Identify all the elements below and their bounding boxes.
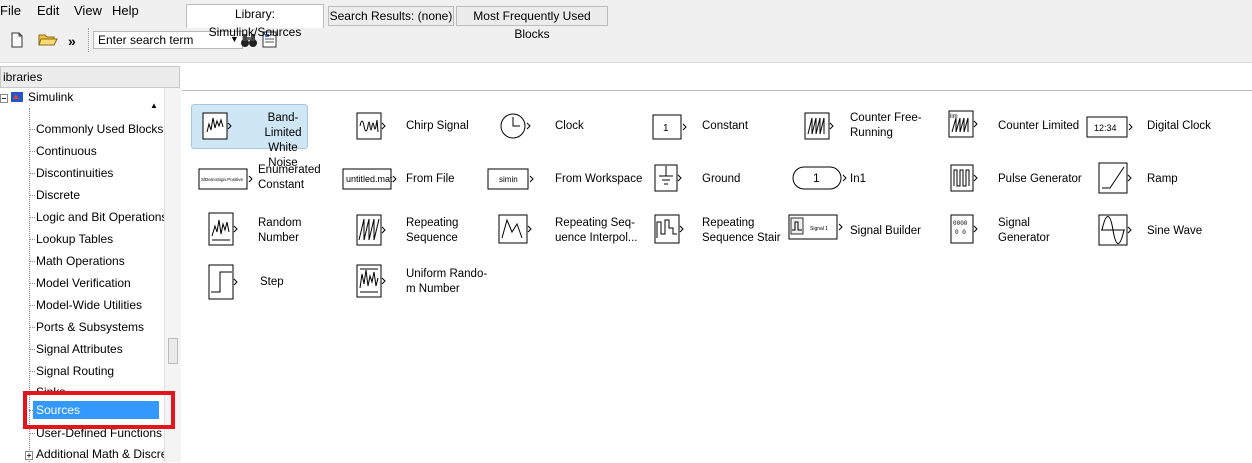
block-label-constant: Constant <box>702 120 749 132</box>
sources-highlight-box <box>23 391 175 429</box>
scroll-up-icon[interactable]: ▲ <box>150 101 158 110</box>
uniform-random-icon[interactable] <box>356 264 388 298</box>
block-label-in1: In1 <box>850 173 866 185</box>
tree-item-math-operations[interactable]: Math Operations <box>36 254 125 268</box>
block-label-pulse: Pulse Generator <box>998 173 1082 185</box>
from-file-icon[interactable]: untitled.mat <box>342 168 398 190</box>
block-label-repeating-stair: Repeating Sequence Stair <box>702 217 781 244</box>
menu-edit[interactable]: Edit <box>37 3 59 18</box>
block-label-counter-free: Counter Free- Running <box>850 112 922 139</box>
menu-help[interactable]: Help <box>112 3 139 18</box>
chirp-icon[interactable] <box>356 112 386 140</box>
from-workspace-icon[interactable]: simin <box>487 168 535 190</box>
menu-file[interactable]: File <box>0 3 21 18</box>
simulink-icon <box>10 90 24 107</box>
pulse-icon[interactable] <box>950 164 980 192</box>
counter-free-icon[interactable] <box>804 112 836 140</box>
step-icon[interactable] <box>208 264 240 300</box>
tree-item-additional-math[interactable]: Additional Math & Discrete <box>36 447 177 461</box>
svg-text:Signal 1: Signal 1 <box>810 226 828 232</box>
tree-item-discontinuities[interactable]: Discontinuities <box>36 166 113 180</box>
libraries-header: ibraries <box>0 66 180 88</box>
tree-expand-icon[interactable] <box>25 449 33 462</box>
tree-item-signal-attributes[interactable]: Signal Attributes <box>36 342 123 356</box>
digital-clock-icon[interactable]: 12:34 <box>1086 116 1134 138</box>
svg-text:1: 1 <box>813 171 820 185</box>
tab-search-results[interactable]: Search Results: (none) <box>328 6 454 26</box>
tree-root-simulink[interactable]: Simulink <box>28 90 73 104</box>
block-label-from-file: From File <box>406 173 455 185</box>
svg-text:0 0: 0 0 <box>955 229 966 236</box>
repeating-stair-icon[interactable] <box>654 214 686 244</box>
clock-icon[interactable] <box>500 112 532 140</box>
tree-item-continuous[interactable]: Continuous <box>36 144 97 158</box>
block-label-sine-wave: Sine Wave <box>1147 225 1203 237</box>
tree-item-commonly-used[interactable]: Commonly Used Blocks <box>36 122 163 136</box>
block-label-step: Step <box>260 276 284 288</box>
block-label-signal-generator: Signal Generator <box>998 217 1050 244</box>
tree-item-logic-bit[interactable]: Logic and Bit Operations <box>36 210 167 224</box>
band-limited-noise-icon[interactable] <box>202 112 232 140</box>
open-model-button[interactable] <box>38 29 58 49</box>
block-label-chirp: Chirp Signal <box>406 120 469 132</box>
libraries-label: ibraries <box>3 70 43 84</box>
block-library-pane <box>182 90 1252 463</box>
ramp-icon[interactable] <box>1098 162 1134 194</box>
tree-item-model-wide[interactable]: Model-Wide Utilities <box>36 298 142 312</box>
svg-text:0000: 0000 <box>953 220 968 227</box>
toolbar-overflow[interactable]: » <box>68 33 76 49</box>
enumerated-constant-icon[interactable]: SlDemoSign.Positive <box>198 168 254 190</box>
block-label-signal-builder: Signal Builder <box>850 225 921 237</box>
svg-text:12:34: 12:34 <box>1094 123 1117 133</box>
constant-icon[interactable]: 1 <box>652 114 688 140</box>
signal-builder-icon[interactable]: Signal 1 <box>788 214 844 240</box>
repeating-sequence-icon[interactable] <box>356 214 388 246</box>
block-label-band-limited: Band-Limited White Noise <box>264 112 302 169</box>
svg-text:1: 1 <box>663 123 669 134</box>
tree-item-lookup-tables[interactable]: Lookup Tables <box>36 232 113 246</box>
tree-item-signal-routing[interactable]: Signal Routing <box>36 364 114 378</box>
new-model-button[interactable] <box>10 30 24 50</box>
block-label-digital-clock: Digital Clock <box>1147 120 1211 132</box>
new-document-icon <box>11 32 23 48</box>
block-label-ramp: Ramp <box>1147 173 1178 185</box>
random-number-icon[interactable] <box>208 212 240 246</box>
tab-most-used[interactable]: Most Frequently Used Blocks <box>456 6 608 41</box>
block-label-uniform-random: Uniform Rando- m Number <box>406 268 488 295</box>
block-label-repeating-sequence: Repeating Sequence <box>406 217 459 244</box>
tree-item-discrete[interactable]: Discrete <box>36 188 80 202</box>
block-label-clock: Clock <box>555 120 584 132</box>
block-label-enumerated: Enumerated Constant <box>258 164 321 191</box>
block-label-random-number: Random Number <box>258 217 302 244</box>
menu-view[interactable]: View <box>74 3 102 18</box>
block-label-counter-limited: Counter Limited <box>998 120 1080 132</box>
open-folder-icon <box>38 34 58 46</box>
tree-collapse-icon[interactable] <box>0 92 8 106</box>
toolbar-separator <box>88 28 89 52</box>
svg-text:simin: simin <box>499 175 518 184</box>
inport-icon[interactable]: 1 <box>792 166 852 190</box>
svg-text:lim: lim <box>950 114 958 120</box>
tree-item-ports-subsystems[interactable]: Ports & Subsystems <box>36 320 144 334</box>
sine-wave-icon[interactable] <box>1098 214 1134 246</box>
block-label-from-workspace: From Workspace <box>555 173 643 185</box>
svg-text:SlDemoSign.Positive: SlDemoSign.Positive <box>201 177 244 182</box>
block-label-ground: Ground <box>702 173 741 185</box>
scrollbar-thumb[interactable] <box>168 338 178 364</box>
tree-item-model-verification[interactable]: Model Verification <box>36 276 131 290</box>
repeating-interp-icon[interactable] <box>498 214 534 244</box>
counter-limited-icon[interactable]: lim <box>948 110 980 138</box>
block-label-repeating-interp: Repeating Seq- uence Interpol... <box>555 217 638 244</box>
tab-library-sources[interactable]: Library: Simulink/Sources <box>186 4 324 39</box>
signal-generator-icon[interactable]: 0000 0 0 <box>950 214 980 244</box>
ground-icon[interactable] <box>654 164 684 192</box>
svg-text:untitled.mat: untitled.mat <box>346 174 393 184</box>
